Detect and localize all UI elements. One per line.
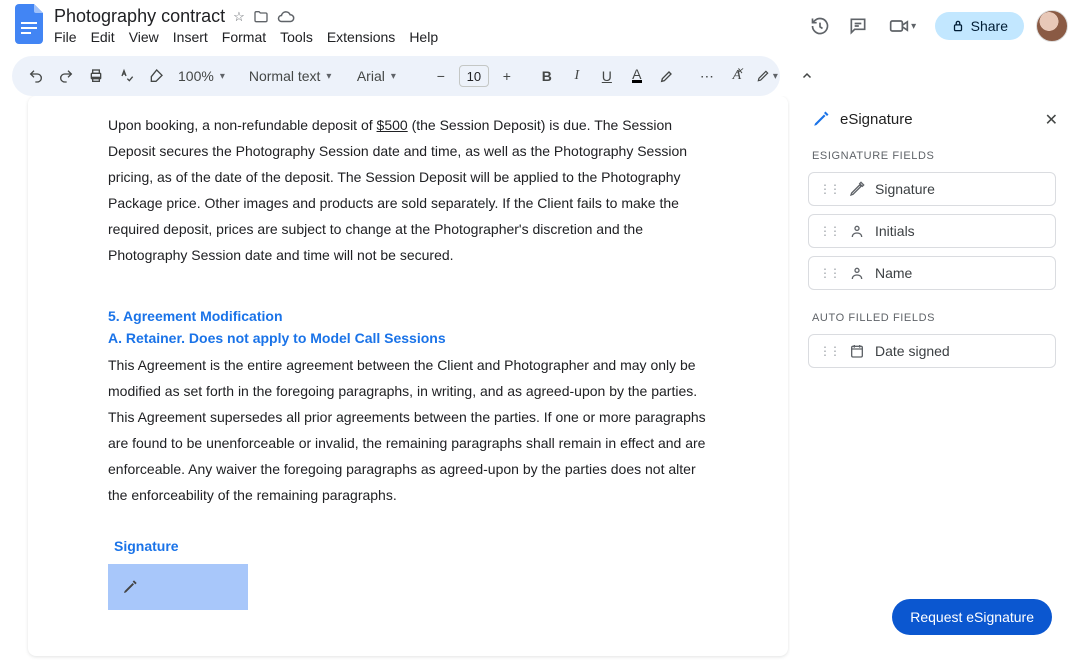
esignature-fields-label: ESIGNATURE FIELDS	[794, 142, 1070, 168]
spellcheck-button[interactable]	[112, 62, 140, 90]
meet-icon[interactable]: ▾	[883, 13, 923, 39]
field-label: Signature	[875, 181, 935, 197]
menu-view[interactable]: View	[129, 29, 159, 45]
section-5-heading[interactable]: 5. Agreement Modification	[108, 308, 708, 324]
menu-edit[interactable]: Edit	[91, 29, 115, 45]
toolbar: 100%▾ Normal text▾ Arial▾ − 10 + B I U A…	[12, 56, 780, 96]
print-button[interactable]	[82, 62, 110, 90]
editing-mode-button[interactable]: ▾	[753, 62, 781, 90]
paint-format-button[interactable]	[142, 62, 170, 90]
document-page[interactable]: Upon booking, a non-refundable deposit o…	[28, 96, 788, 656]
star-icon[interactable]: ☆	[233, 9, 245, 25]
move-icon[interactable]	[253, 9, 269, 25]
panel-title: eSignature	[840, 111, 913, 128]
cloud-status-icon[interactable]	[277, 10, 295, 24]
field-name[interactable]: ⋮⋮ Name	[808, 256, 1056, 290]
font-select[interactable]: Arial▾	[351, 62, 415, 90]
redo-button[interactable]	[52, 62, 80, 90]
menu-file[interactable]: File	[54, 29, 77, 45]
field-label: Name	[875, 265, 912, 281]
font-size-input[interactable]: 10	[459, 65, 489, 87]
field-label: Date signed	[875, 343, 950, 359]
section-5a-heading[interactable]: A. Retainer. Does not apply to Model Cal…	[108, 330, 708, 346]
menu-extensions[interactable]: Extensions	[327, 29, 395, 45]
text-color-button[interactable]: A	[623, 62, 651, 90]
pen-icon	[849, 181, 865, 197]
field-date-signed[interactable]: ⋮⋮ Date signed	[808, 334, 1056, 368]
drag-handle-icon: ⋮⋮	[819, 266, 839, 280]
pen-icon	[122, 579, 138, 595]
more-button[interactable]: ⋯	[693, 62, 721, 90]
share-button[interactable]: Share	[935, 12, 1024, 40]
collapse-toolbar-button[interactable]	[793, 62, 821, 90]
paragraph-deposit[interactable]: Upon booking, a non-refundable deposit o…	[108, 112, 708, 268]
signature-label[interactable]: Signature	[114, 538, 708, 554]
share-label: Share	[971, 18, 1008, 34]
close-panel-button[interactable]: ✕	[1045, 110, 1058, 130]
person-icon	[849, 223, 865, 239]
menu-bar: File Edit View Insert Format Tools Exten…	[54, 29, 807, 45]
field-initials[interactable]: ⋮⋮ Initials	[808, 214, 1056, 248]
italic-button[interactable]: I	[563, 62, 591, 90]
drag-handle-icon: ⋮⋮	[819, 344, 839, 358]
menu-format[interactable]: Format	[222, 29, 266, 45]
pen-icon	[812, 110, 830, 128]
doc-title[interactable]: Photography contract	[54, 6, 225, 27]
request-esignature-button[interactable]: Request eSignature	[892, 599, 1052, 635]
underline-button[interactable]: U	[593, 62, 621, 90]
menu-insert[interactable]: Insert	[173, 29, 208, 45]
paragraph-style-select[interactable]: Normal text▾	[243, 62, 339, 90]
field-label: Initials	[875, 223, 915, 239]
document-canvas[interactable]: Upon booking, a non-refundable deposit o…	[0, 96, 790, 663]
font-size-decrease[interactable]: −	[427, 62, 455, 90]
zoom-select[interactable]: 100%▾	[172, 62, 231, 90]
bold-button[interactable]: B	[533, 62, 561, 90]
menu-help[interactable]: Help	[409, 29, 438, 45]
app-header: Photography contract ☆ File Edit View In…	[0, 0, 1080, 48]
highlight-button[interactable]	[653, 62, 681, 90]
docs-logo[interactable]	[12, 6, 48, 42]
calendar-icon	[849, 343, 865, 359]
avatar[interactable]	[1036, 10, 1068, 42]
title-area: Photography contract ☆ File Edit View In…	[54, 6, 807, 45]
header-right: ▾ Share	[807, 6, 1068, 42]
clear-formatting-button[interactable]: A✕	[723, 62, 751, 90]
autofilled-fields-label: AUTO FILLED FIELDS	[794, 304, 1070, 330]
drag-handle-icon: ⋮⋮	[819, 224, 839, 238]
person-icon	[849, 265, 865, 281]
undo-button[interactable]	[22, 62, 50, 90]
drag-handle-icon: ⋮⋮	[819, 182, 839, 196]
font-size-increase[interactable]: +	[493, 62, 521, 90]
field-signature[interactable]: ⋮⋮ Signature	[808, 172, 1056, 206]
history-icon[interactable]	[807, 13, 833, 39]
comments-icon[interactable]	[845, 13, 871, 39]
esignature-panel: eSignature ✕ ESIGNATURE FIELDS ⋮⋮ Signat…	[794, 96, 1070, 651]
signature-field[interactable]	[108, 564, 248, 610]
paragraph-agreement[interactable]: This Agreement is the entire agreement b…	[108, 352, 708, 508]
menu-tools[interactable]: Tools	[280, 29, 313, 45]
